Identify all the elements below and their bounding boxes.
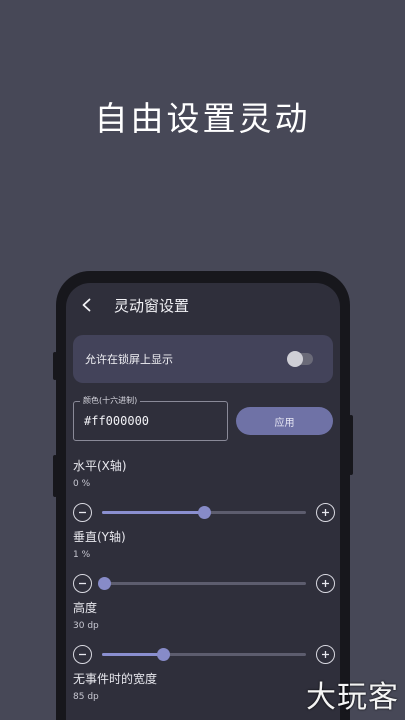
setting-title: 高度 xyxy=(73,601,98,615)
hero-title: 自由设置灵动 xyxy=(94,99,311,138)
plus-icon xyxy=(322,579,329,587)
color-field: 颜色(十六进制) xyxy=(73,395,228,441)
color-hex-input[interactable] xyxy=(84,414,214,428)
horizontal-slider[interactable] xyxy=(102,505,306,519)
vertical-slider[interactable] xyxy=(98,576,306,590)
minus-icon xyxy=(79,511,86,513)
color-row: 颜色(十六进制) 应用 xyxy=(73,395,340,441)
phone-screen: 灵动窗设置 允许在锁屏上显示 颜色(十六进制) 应用 水平(X轴) 0 % xyxy=(66,283,340,720)
setting-value: 30 dp xyxy=(73,621,99,631)
page-title: 灵动窗设置 xyxy=(114,296,190,315)
plus-icon xyxy=(322,650,329,658)
setting-value: 85 dp xyxy=(73,692,99,702)
height-slider[interactable] xyxy=(102,647,306,661)
setting-height: 高度 30 dp xyxy=(73,599,340,664)
height-slider-row xyxy=(73,644,335,664)
increase-button[interactable] xyxy=(316,502,335,522)
vertical-slider-row xyxy=(73,573,335,593)
decrease-button[interactable] xyxy=(73,573,92,593)
lockscreen-toggle[interactable] xyxy=(287,351,313,367)
back-arrow-icon[interactable] xyxy=(74,292,100,318)
setting-title: 垂直(Y轴) xyxy=(73,530,126,544)
plus-icon xyxy=(322,508,329,516)
apply-button[interactable]: 应用 xyxy=(236,407,333,435)
increase-button[interactable] xyxy=(316,644,335,664)
slider-fill xyxy=(102,652,164,656)
decrease-button[interactable] xyxy=(73,502,92,522)
slider-fill xyxy=(102,510,204,514)
setting-title: 水平(X轴) xyxy=(73,459,127,473)
setting-value: 1 % xyxy=(73,550,91,560)
setting-idle-width: 无事件时的宽度 85 dp xyxy=(73,670,340,702)
phone-frame: 灵动窗设置 允许在锁屏上显示 颜色(十六进制) 应用 水平(X轴) 0 % xyxy=(56,271,350,720)
increase-button[interactable] xyxy=(316,573,335,593)
top-bar: 灵动窗设置 xyxy=(66,283,340,327)
minus-icon xyxy=(79,653,86,655)
color-field-label: 颜色(十六进制) xyxy=(80,395,141,406)
setting-title: 无事件时的宽度 xyxy=(73,672,158,686)
lockscreen-label: 允许在锁屏上显示 xyxy=(85,353,173,366)
slider-thumb[interactable] xyxy=(98,576,112,590)
slider-thumb[interactable] xyxy=(157,647,171,661)
watermark-logo: 大玩客 xyxy=(306,680,399,715)
toggle-knob xyxy=(287,351,303,367)
horizontal-slider-row xyxy=(73,502,335,522)
decrease-button[interactable] xyxy=(73,644,92,664)
setting-horizontal: 水平(X轴) 0 % xyxy=(73,457,340,522)
setting-vertical: 垂直(Y轴) 1 % xyxy=(73,528,340,593)
lockscreen-setting-card: 允许在锁屏上显示 xyxy=(73,335,333,383)
setting-value: 0 % xyxy=(73,479,91,489)
minus-icon xyxy=(79,582,86,584)
slider-thumb[interactable] xyxy=(198,505,211,519)
